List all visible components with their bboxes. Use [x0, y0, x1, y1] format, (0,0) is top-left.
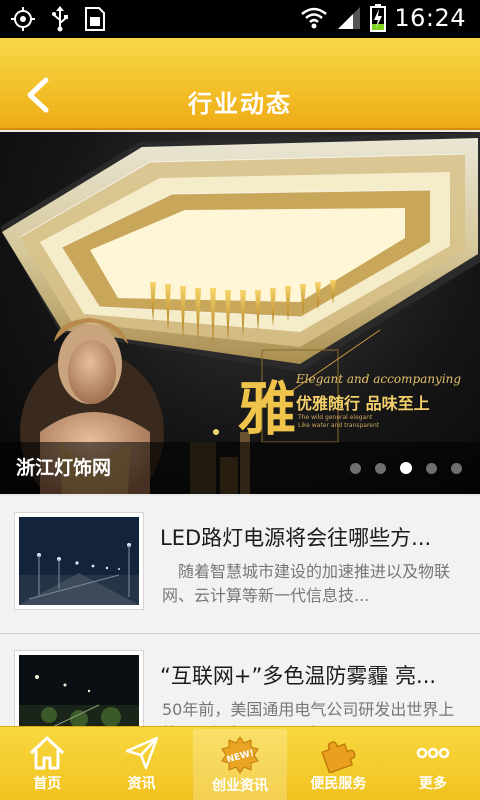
carousel-indicators — [350, 462, 462, 474]
more-dots-icon — [416, 747, 450, 759]
nav-item-news[interactable]: 资讯 — [94, 727, 188, 800]
gps-icon — [11, 7, 35, 31]
list-item[interactable]: LED路灯电源将会往哪些方... 随着智慧城市建设的加速推进以及物联网、云计算等… — [0, 496, 480, 634]
new-badge-icon: NEW! — [221, 736, 259, 774]
carousel-dot[interactable] — [375, 462, 386, 474]
banner-carousel[interactable]: 雅 Elegant and accompanying 优雅随行 品味至上 The… — [0, 132, 480, 494]
ad-small-text-1: The wild general elegant — [298, 414, 373, 421]
wifi-icon — [301, 7, 328, 29]
clock: 16:24 — [394, 4, 466, 32]
carousel-dot-active[interactable] — [400, 462, 412, 474]
carousel-dot[interactable] — [451, 462, 462, 474]
bottom-nav: 首页 资讯 NEW! 创业资讯 便民服务 更多 — [0, 726, 480, 800]
nav-label: 便民服务 — [310, 776, 367, 792]
paper-plane-icon — [125, 736, 158, 770]
usb-icon — [52, 6, 68, 32]
nav-label: 创业资讯 — [212, 778, 269, 794]
ad-english-text: Elegant and accompanying — [296, 372, 462, 386]
nav-item-home[interactable]: 首页 — [0, 727, 94, 800]
news-thumbnail — [14, 512, 144, 610]
nav-item-more[interactable]: 更多 — [386, 727, 480, 800]
nav-label: 资讯 — [127, 776, 156, 792]
carousel-dot[interactable] — [350, 462, 361, 474]
home-icon — [30, 736, 65, 770]
app-header: 行业动态 — [0, 38, 480, 130]
news-title: LED路灯电源将会往哪些方... — [160, 526, 432, 550]
ad-small-text-2: Like water and transparent — [298, 422, 380, 429]
night-road-image — [19, 655, 139, 726]
ad-big-char: 雅 — [238, 375, 297, 443]
news-summary: 随着智慧城市建设的加速推进以及物联网、云计算等新一代信息技... — [162, 562, 451, 605]
signal-icon — [338, 7, 361, 29]
news-summary: 50年前，美国通用电气公司研发出世界上第一颗红光LED，开启了LED... — [162, 700, 455, 726]
battery-charging-icon — [370, 4, 387, 32]
news-thumbnail — [14, 650, 144, 726]
nav-item-services[interactable]: 便民服务 — [291, 727, 385, 800]
nav-item-startup-news[interactable]: NEW! 创业资讯 — [192, 729, 288, 800]
ad-slogan: 优雅随行 品味至上 — [296, 394, 430, 413]
news-title: “互联网+”多色温防雾霾 亮... — [160, 664, 437, 688]
status-bar: 16:24 — [0, 0, 480, 38]
carousel-dot[interactable] — [426, 462, 437, 474]
nav-label: 更多 — [418, 776, 447, 792]
sim-icon — [85, 7, 105, 31]
puzzle-icon — [321, 741, 356, 773]
page-title: 行业动态 — [188, 90, 292, 118]
news-list: LED路灯电源将会往哪些方... 随着智慧城市建设的加速推进以及物联网、云计算等… — [0, 496, 480, 726]
list-item[interactable]: “互联网+”多色温防雾霾 亮... 50年前，美国通用电气公司研发出世界上第一颗… — [0, 634, 480, 726]
banner-caption: 浙江灯饰网 — [16, 457, 112, 479]
nav-label: 首页 — [33, 776, 62, 792]
street-lights-image — [19, 517, 139, 605]
